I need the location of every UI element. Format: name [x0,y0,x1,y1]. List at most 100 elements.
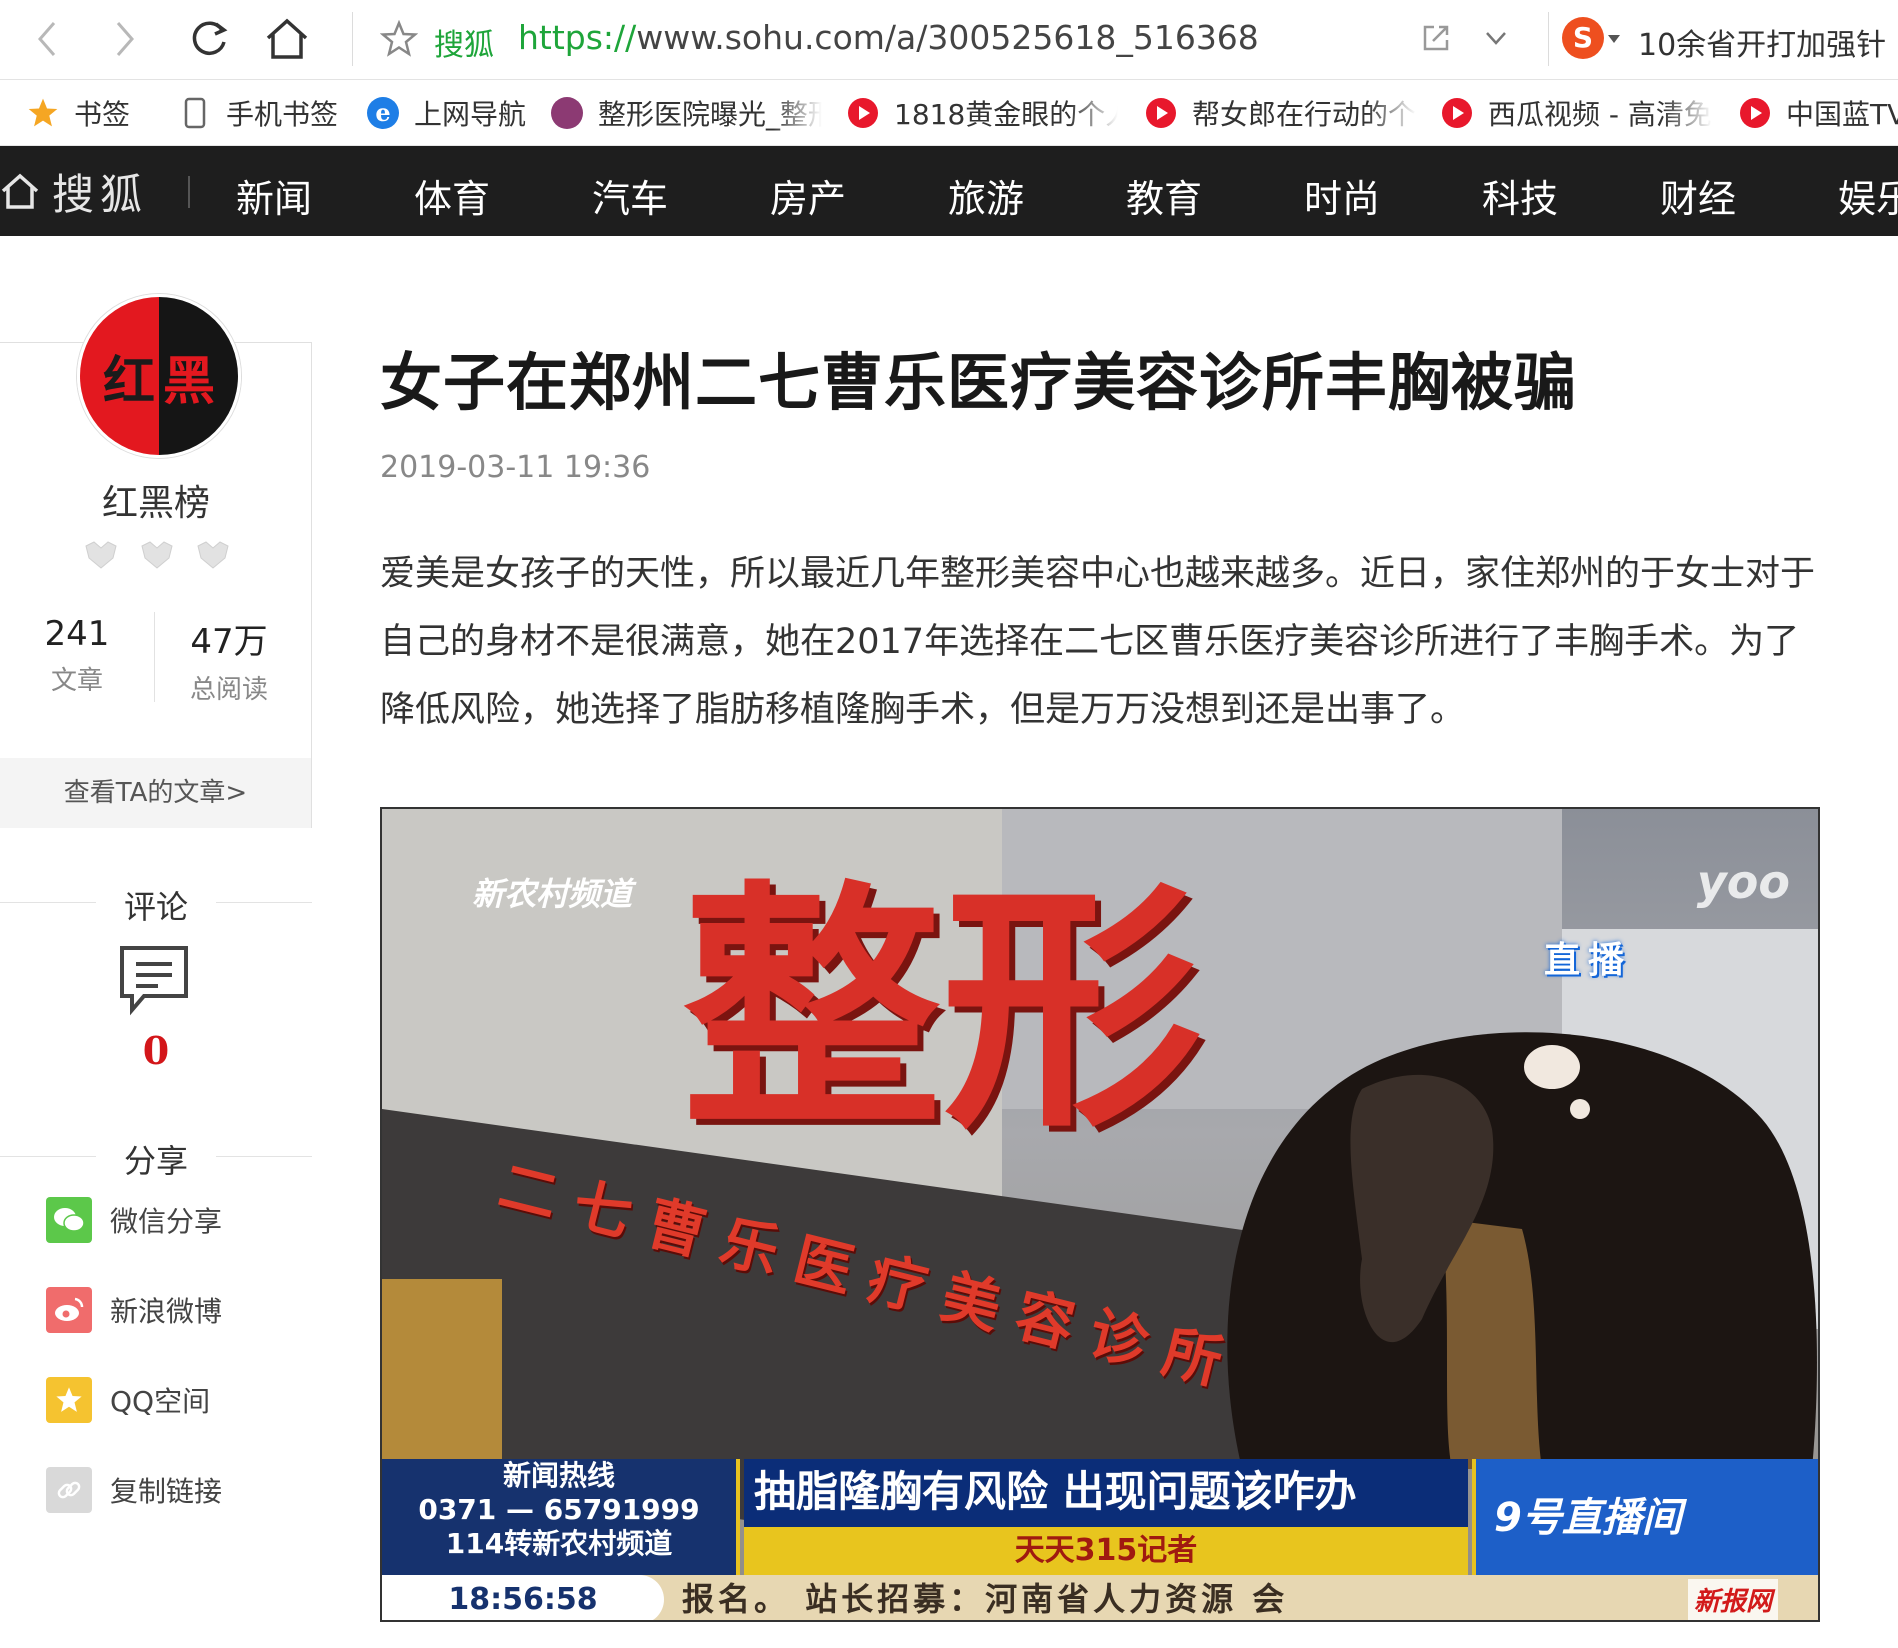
url-path: www.sohu.com/a/300525618_516368 [636,18,1259,57]
channel-brand-box: 9号直播间 [1472,1459,1818,1575]
read-count: 47万 [190,622,268,662]
share-wechat-button[interactable]: 微信分享 [46,1196,222,1244]
url-protocol: https:// [518,18,637,57]
reload-button[interactable] [184,14,234,64]
nav-item-house[interactable]: 房产 [770,168,846,223]
nav-item-tech[interactable]: 科技 [1482,168,1558,223]
author-name[interactable]: 红黑榜 [0,474,312,526]
forward-button[interactable] [100,14,150,64]
news-ticker: 新闻热线 0371 — 65791999 114转新农村频道 抽脂隆胸有风险 出… [382,1459,1818,1620]
share-qzone-button[interactable]: QQ空间 [46,1376,210,1424]
nav-item-auto[interactable]: 汽车 [592,168,668,223]
bookmark-label: 手机书签 [226,98,339,131]
comments-heading-text: 评论 [123,888,188,926]
sohu-logo[interactable]: 搜狐 [0,166,148,219]
avatar[interactable]: 红 黑 [77,294,241,458]
site-navigation: 搜狐 新闻 体育 汽车 房产 旅游 教育 时尚 科技 财经 娱乐 [0,146,1898,236]
forward-arrow-icon [116,22,134,56]
bookmark-label: 书签 [74,98,131,131]
article-date: 2019-03-11 19:36 [380,450,651,485]
reload-icon [192,21,228,55]
ie-icon: e [366,96,400,130]
nav-item-education[interactable]: 教育 [1126,168,1202,223]
comment-icon[interactable] [118,944,190,1020]
nav-item-sports[interactable]: 体育 [414,168,490,223]
bookmark-item[interactable]: 帮女郎在行动的个 [1144,92,1416,134]
live-badge: 直播 [1544,940,1633,981]
bookmarks-bar: 书签 手机书签 e 上网导航 整形医院曝光_整形 1818黄金眼的个人 帮女郎在… [0,80,1898,146]
toolbar-divider [352,12,353,66]
share-label: 新浪微博 [110,1295,223,1328]
wechat-icon [46,1197,92,1243]
bookmark-label: 整形医院曝光_整形 [598,98,822,131]
share-heading: 分享 [0,1136,312,1180]
bookmark-label: 上网导航 [414,98,527,131]
author-badges [82,540,232,570]
search-engine-icon[interactable]: S [1562,17,1604,59]
headline-box: 抽脂隆胸有风险 出现问题该咋办 天天315记者 [744,1459,1468,1575]
hotline-title: 新闻热线 [502,1459,615,1492]
video-favicon [1144,96,1178,130]
broadcast-clock: 18:56:58 [382,1575,664,1620]
logo-text: 搜狐 [52,169,149,219]
browser-toolbar: 搜狐 https://www.sohu.com/a/300525618_5163… [0,0,1898,80]
article-count-label: 文章 [50,666,103,696]
toolbar-divider [1548,12,1549,66]
bookmark-item[interactable]: 西瓜视频 - 高清免 [1440,92,1712,134]
nav-item-fashion[interactable]: 时尚 [1304,168,1380,223]
caret-down-icon[interactable] [1606,30,1622,49]
share-heading-text: 分享 [123,1142,188,1180]
search-suggestion[interactable]: 10余省开打加强针 [1638,20,1886,64]
share-label: 复制链接 [110,1475,223,1508]
badge-icon [197,541,229,569]
bookmark-star-icon[interactable] [379,19,419,62]
article-title: 女子在郑州二七曹乐医疗美容诊所丰胸被骗 [380,346,1578,419]
comments-heading: 评论 [0,882,312,926]
back-button[interactable] [22,14,72,64]
nav-item-travel[interactable]: 旅游 [948,168,1024,223]
video-favicon [1738,96,1772,130]
article-count: 241 [44,614,110,654]
nav-divider [188,176,190,208]
phone-icon [178,96,212,130]
comment-count[interactable]: 0 [0,1028,312,1073]
view-author-articles-link[interactable]: 查看TA的文章> [0,758,311,828]
back-arrow-icon [38,22,56,56]
bookmark-item[interactable]: 中国蓝TV [1738,92,1898,134]
nav-item-finance[interactable]: 财经 [1660,168,1736,223]
hotline-transfer: 114转新农村频道 [445,1527,673,1560]
copy-link-button[interactable]: 复制链接 [46,1466,222,1514]
site-name-label: 搜狐 [434,28,494,63]
nav-item-news[interactable]: 新闻 [236,168,312,223]
badge-icon [141,541,173,569]
bookmark-item[interactable]: 书签 [26,92,130,134]
nav-item-entertainment[interactable]: 娱乐 [1838,168,1898,223]
ticker-headline: 抽脂隆胸有风险 出现问题该咋办 [754,1467,1357,1516]
share-page-icon[interactable] [1420,22,1452,58]
bookmark-item[interactable]: 整形医院曝光_整形 [550,92,822,134]
tv-channel-logo: 新农村频道 [472,875,633,913]
link-icon [46,1467,92,1513]
article-video-frame[interactable]: 整形 二七曹乐医疗美容诊所 新农村频道 直播 yoo 新闻热线 0371 — 6… [380,807,1820,1622]
read-count-label: 总阅读 [189,675,268,705]
bookmark-label: 帮女郎在行动的个 [1192,98,1416,131]
share-label: 微信分享 [110,1205,223,1238]
video-favicon [846,96,880,130]
golden-pillar [382,1279,502,1479]
chevron-down-icon[interactable] [1482,24,1510,56]
address-bar-url[interactable]: https://www.sohu.com/a/300525618_516368 [518,18,1259,57]
crawl-bar: 18:56:58 报名。 站长招募：河南省人力资源 会 [382,1575,1818,1620]
bookmark-item[interactable]: 手机书签 [178,92,338,134]
share-label: QQ空间 [110,1385,211,1418]
read-count-stat: 47万 总阅读 [154,614,304,706]
bookmark-item[interactable]: 1818黄金眼的个人 [846,92,1118,134]
home-button[interactable] [262,14,312,64]
article-paragraph: 爱美是女孩子的天性，所以最近几年整形美容中心也越来越多。近日，家住郑州的于女士对… [380,554,1816,730]
hotline-box: 新闻热线 0371 — 65791999 114转新农村频道 [382,1459,740,1575]
article-count-stat: 241 文章 [2,614,152,697]
bookmark-item[interactable]: e 上网导航 [366,92,526,134]
badge-icon [85,541,117,569]
bookmark-label: 中国蓝TV [1786,98,1898,131]
hotline-phone: 0371 — 65791999 [418,1493,700,1526]
share-weibo-button[interactable]: 新浪微博 [46,1286,222,1334]
